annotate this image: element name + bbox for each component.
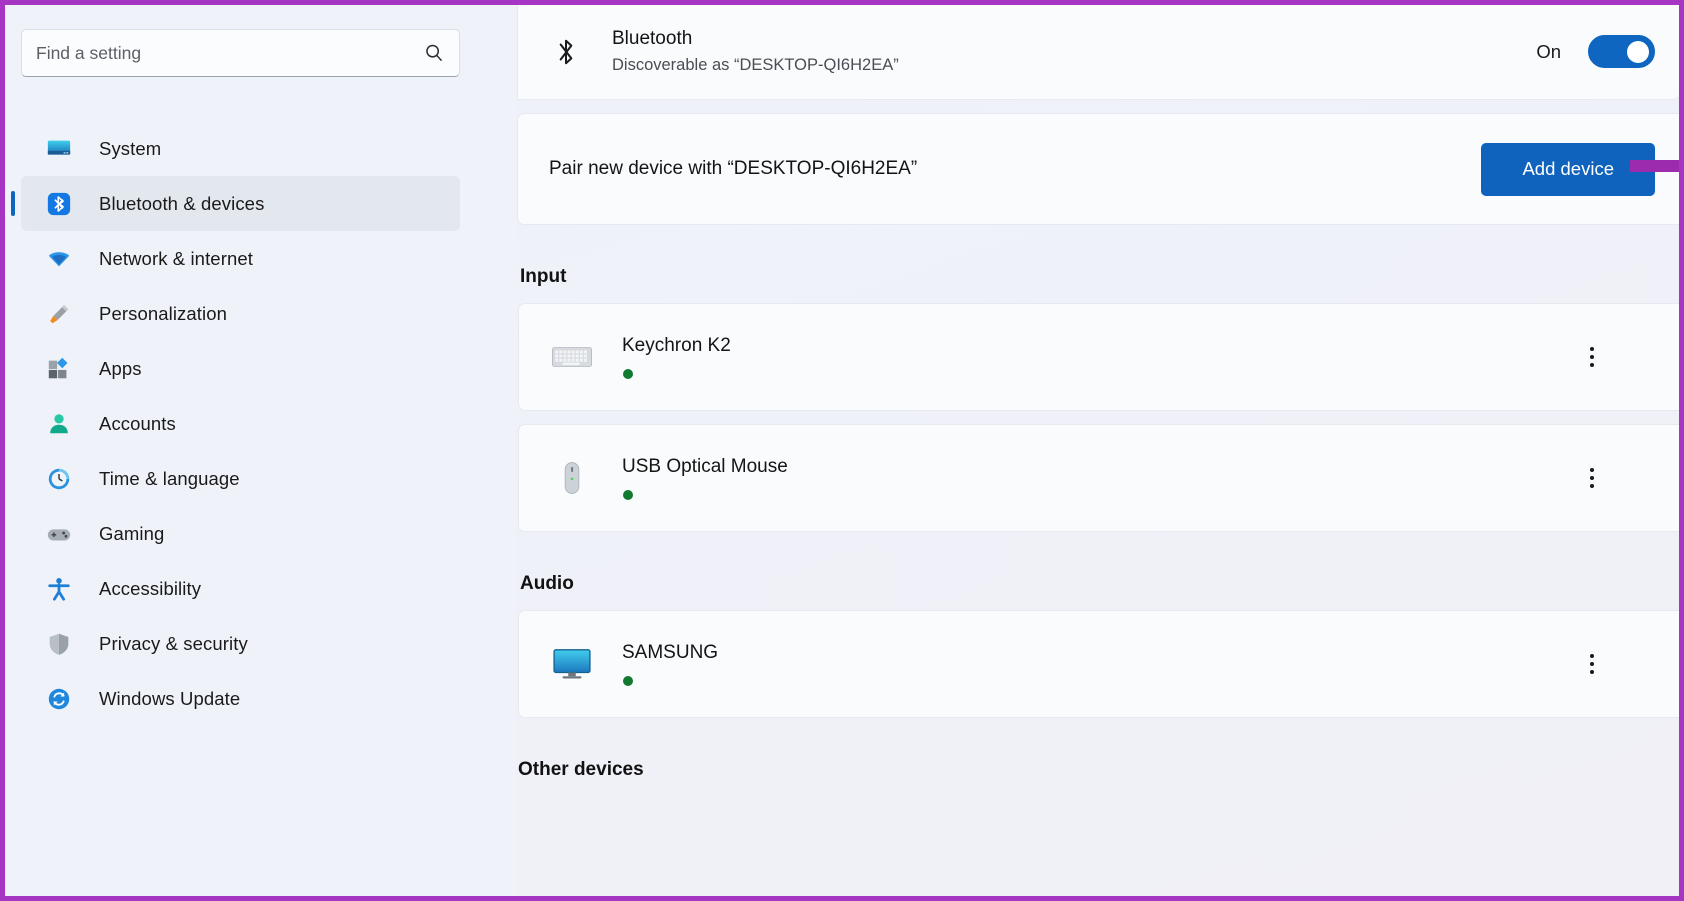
search-container bbox=[21, 29, 460, 77]
sidebar-item-windows-update[interactable]: Windows Update bbox=[21, 671, 460, 726]
paintbrush-icon bbox=[45, 300, 73, 328]
device-more-options-icon[interactable] bbox=[1581, 347, 1603, 367]
sidebar-item-accessibility[interactable]: Accessibility bbox=[21, 561, 460, 616]
monitor-icon bbox=[45, 135, 73, 163]
sidebar-item-label: Bluetooth & devices bbox=[99, 192, 265, 214]
sidebar-item-label: Apps bbox=[99, 357, 142, 379]
device-name: USB Optical Mouse bbox=[622, 456, 788, 477]
pair-action-group: Add device bbox=[1481, 142, 1679, 196]
device-row-usb-optical-mouse[interactable]: USB Optical Mouse bbox=[518, 424, 1679, 532]
sidebar-item-time-language[interactable]: Time & language bbox=[21, 451, 460, 506]
add-device-button[interactable]: Add device bbox=[1481, 142, 1655, 196]
search-icon[interactable] bbox=[423, 42, 445, 64]
shield-icon bbox=[45, 630, 73, 658]
bluetooth-subtitle: Discoverable as “DESKTOP-QI6H2EA” bbox=[612, 56, 899, 75]
sidebar-item-network-internet[interactable]: Network & internet bbox=[21, 231, 460, 286]
sidebar-item-system[interactable]: System bbox=[21, 121, 460, 176]
sidebar-item-label: Time & language bbox=[99, 467, 240, 489]
device-more-options-icon[interactable] bbox=[1581, 468, 1603, 488]
device-row-samsung[interactable]: SAMSUNG bbox=[518, 610, 1679, 718]
refresh-icon bbox=[45, 685, 73, 713]
toggle-knob bbox=[1627, 40, 1649, 63]
sidebar-nav: System Bluetooth & devices Network & int… bbox=[5, 121, 516, 726]
bluetooth-state-label: On bbox=[1536, 40, 1561, 62]
device-text-block: USB Optical Mouse bbox=[622, 456, 788, 500]
bluetooth-title: Bluetooth bbox=[612, 27, 693, 49]
sidebar-item-accounts[interactable]: Accounts bbox=[21, 396, 460, 451]
settings-sidebar: System Bluetooth & devices bbox=[5, 5, 516, 896]
panel-content: Pair new device with “DESKTOP-QI6H2EA” A… bbox=[517, 113, 1679, 781]
status-dot-connected bbox=[623, 369, 633, 379]
device-text-block: Keychron K2 bbox=[622, 335, 731, 379]
status-dot-connected bbox=[623, 676, 633, 686]
sidebar-item-label: Personalization bbox=[99, 302, 227, 324]
bluetooth-icon bbox=[45, 190, 73, 218]
sidebar-item-privacy-security[interactable]: Privacy & security bbox=[21, 616, 460, 671]
section-input: Input Keychron K2 USB Optical Mouse bbox=[518, 266, 1679, 532]
section-audio: Audio SAMSUNG bbox=[518, 573, 1679, 718]
device-text-block: SAMSUNG bbox=[622, 642, 718, 686]
bluetooth-toggle[interactable] bbox=[1588, 35, 1655, 68]
sidebar-item-personalization[interactable]: Personalization bbox=[21, 286, 460, 341]
clock-icon bbox=[45, 465, 73, 493]
wifi-icon bbox=[45, 245, 73, 273]
sidebar-item-label: Accounts bbox=[99, 412, 176, 434]
apps-grid-icon bbox=[45, 355, 73, 383]
pair-new-device-label: Pair new device with “DESKTOP-QI6H2EA” bbox=[549, 158, 918, 179]
sidebar-item-label: Network & internet bbox=[99, 247, 253, 269]
bluetooth-devices-panel: Bluetooth Discoverable as “DESKTOP-QI6H2… bbox=[516, 5, 1679, 896]
sidebar-item-label: System bbox=[99, 137, 162, 159]
keyboard-icon bbox=[550, 335, 594, 379]
bluetooth-status-card: Bluetooth Discoverable as “DESKTOP-QI6H2… bbox=[517, 5, 1679, 100]
bluetooth-icon bbox=[549, 33, 583, 71]
sidebar-item-label: Privacy & security bbox=[99, 632, 248, 654]
device-name: Keychron K2 bbox=[622, 335, 731, 356]
section-heading-other-devices: Other devices bbox=[518, 759, 644, 780]
search-input[interactable] bbox=[36, 42, 423, 64]
pair-new-device-card: Pair new device with “DESKTOP-QI6H2EA” A… bbox=[517, 113, 1679, 225]
sidebar-item-label: Accessibility bbox=[99, 577, 202, 599]
sidebar-item-label: Windows Update bbox=[99, 687, 241, 709]
display-icon bbox=[550, 642, 594, 686]
search-box[interactable] bbox=[21, 29, 460, 77]
mouse-icon bbox=[550, 456, 594, 500]
person-icon bbox=[45, 410, 73, 438]
section-heading: Audio bbox=[520, 573, 574, 594]
device-more-options-icon[interactable] bbox=[1581, 654, 1603, 674]
sidebar-item-label: Gaming bbox=[99, 522, 165, 544]
sidebar-item-gaming[interactable]: Gaming bbox=[21, 506, 460, 561]
bluetooth-toggle-group: On bbox=[1536, 35, 1679, 68]
gamepad-icon bbox=[45, 520, 73, 548]
section-heading: Input bbox=[520, 266, 567, 287]
sidebar-item-bluetooth-devices[interactable]: Bluetooth & devices bbox=[11, 176, 460, 231]
annotated-screenshot-frame: System Bluetooth & devices bbox=[0, 0, 1684, 901]
bluetooth-text-block: Bluetooth Discoverable as “DESKTOP-QI6H2… bbox=[612, 26, 899, 77]
status-dot-connected bbox=[623, 490, 633, 500]
device-name: SAMSUNG bbox=[622, 642, 719, 663]
accessibility-icon bbox=[45, 575, 73, 603]
sidebar-item-apps[interactable]: Apps bbox=[21, 341, 460, 396]
device-row-keychron-k2[interactable]: Keychron K2 bbox=[518, 303, 1679, 411]
